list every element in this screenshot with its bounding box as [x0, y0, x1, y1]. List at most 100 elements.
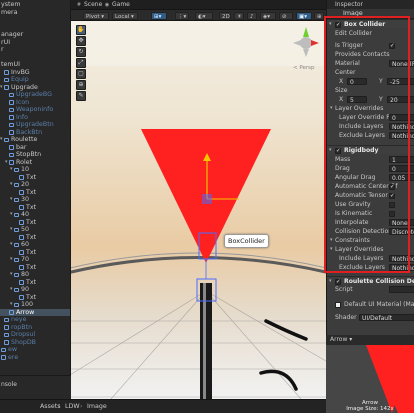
effects-dropdown[interactable]: ◈▾ [260, 11, 276, 20]
gizmos-button[interactable]: ⊕ [314, 11, 324, 20]
hierarchy-item[interactable]: neye [0, 316, 70, 324]
hierarchy-item[interactable]: StopBtn [0, 151, 70, 159]
hierarchy-item[interactable] [0, 54, 70, 62]
snap-increment-button[interactable]: ⋮▾ [175, 11, 189, 20]
expand-arrow-icon[interactable]: ▾ [10, 271, 13, 279]
scale-tool-icon[interactable]: ⤢ [76, 58, 86, 68]
foldout-arrow-icon[interactable]: ▾ [329, 20, 332, 28]
hierarchy-item[interactable]: ▾ 80 [0, 271, 70, 279]
hierarchy-item[interactable]: r [0, 46, 70, 54]
hierarchy-item[interactable]: Info [0, 114, 70, 122]
foldout-arrow-icon[interactable]: ▾ [330, 104, 333, 113]
audio-toggle[interactable]: ♪ [247, 11, 257, 20]
move-tool-icon[interactable]: ✥ [76, 36, 86, 46]
expand-arrow-icon[interactable]: ▾ [10, 301, 13, 309]
constraints-foldout[interactable]: ▾ Constraints [327, 236, 414, 245]
rb-layer-overrides-foldout[interactable]: ▾ Layer Overrides [327, 245, 414, 254]
foldout-arrow-icon[interactable]: ▾ [330, 236, 333, 245]
hierarchy-item[interactable]: ▾ Rolet [0, 159, 70, 167]
hierarchy-item[interactable]: Weaponinfo [0, 106, 70, 114]
hierarchy-item[interactable]: ▾ 100 [0, 301, 70, 309]
hierarchy-item[interactable]: anager [0, 31, 70, 39]
field-value[interactable]: UI/Default [359, 314, 414, 321]
hierarchy-item[interactable]: ▾ 40 [0, 211, 70, 219]
hierarchy-item[interactable]: Arrow [0, 308, 70, 316]
foldout-arrow-icon[interactable]: ▾ [329, 146, 332, 154]
preview-header[interactable]: Arrow ▾ [326, 335, 414, 345]
axis-x-field[interactable]: 0 [347, 78, 367, 85]
hierarchy-item[interactable]: ShopDB [0, 339, 70, 347]
expand-arrow-icon[interactable]: ▾ [5, 159, 8, 167]
breadcrumb-ldw[interactable]: LDW [65, 403, 80, 410]
hierarchy-item[interactable]: mera [0, 9, 70, 17]
hierarchy-item[interactable]: Txt [0, 219, 70, 227]
field-value[interactable]: None (Phy [389, 60, 414, 67]
hierarchy-item[interactable]: ▾ 90 [0, 286, 70, 294]
hierarchy-item[interactable]: Icon [0, 99, 70, 107]
hierarchy-item[interactable]: ystem [0, 1, 70, 9]
scene-viewport[interactable]: ✋ ✥ ↻ ⤢ ▢ ⊕ ✎ < Persp BoxCollider [71, 21, 326, 399]
hierarchy-item[interactable]: Txt [0, 204, 70, 212]
field-value[interactable]: Nothing [389, 255, 414, 262]
view-tool-icon[interactable]: ✋ [76, 25, 86, 35]
hierarchy-item[interactable]: UpgradeBG [0, 91, 70, 99]
field-checkbox[interactable] [389, 201, 395, 208]
field-value[interactable]: 1 [389, 156, 414, 163]
field-checkbox[interactable]: ✓ [389, 183, 395, 190]
expand-arrow-icon[interactable]: ▾ [10, 226, 13, 234]
component-enabled-checkbox[interactable]: ✓ [335, 147, 341, 154]
hierarchy-item[interactable]: UpgradeBtn [0, 121, 70, 129]
hierarchy-item[interactable]: ew [0, 346, 70, 354]
hierarchy-item[interactable]: InvBG [0, 69, 70, 77]
transform-tool-icon[interactable]: ⊕ [76, 80, 86, 90]
script-component-header[interactable]: ▾✓Roulette Collision Detec [327, 276, 414, 285]
hierarchy-item[interactable] [0, 24, 70, 32]
field-value[interactable]: 0 [389, 114, 414, 121]
expand-arrow-icon[interactable]: ▾ [0, 136, 3, 144]
hierarchy-item[interactable]: ▾ Roulette [0, 136, 70, 144]
scene-camera-button[interactable]: ▣▾ [296, 11, 312, 20]
field-value[interactable]: 0 [389, 165, 414, 172]
tab-game[interactable]: ◉ Game [103, 1, 130, 9]
hierarchy-item[interactable]: ▾ 50 [0, 226, 70, 234]
rect-tool-icon[interactable]: ▢ [76, 69, 86, 79]
hidden-objects-button[interactable]: ⊘ [279, 11, 293, 20]
box-collider-header[interactable]: ▾ ✓ Box Collider [327, 19, 414, 28]
expand-arrow-icon[interactable]: ▾ [10, 286, 13, 294]
hierarchy-item[interactable]: Dropsul [0, 331, 70, 339]
expand-arrow-icon[interactable]: ▾ [0, 84, 3, 92]
foldout-arrow-icon[interactable]: ▾ [330, 245, 333, 254]
field-checkbox[interactable]: ✓ [389, 42, 395, 49]
hierarchy-item[interactable]: Txt [0, 234, 70, 242]
expand-arrow-icon[interactable]: ▾ [10, 166, 13, 174]
grid-snap-button[interactable]: ⊞▾ [151, 11, 167, 20]
hierarchy-item[interactable] [0, 16, 70, 24]
component-enabled-checkbox[interactable]: ✓ [335, 278, 341, 285]
breadcrumb-image[interactable]: Image [87, 403, 107, 410]
expand-arrow-icon[interactable]: ▾ [10, 211, 13, 219]
hierarchy-item[interactable]: Txt [0, 174, 70, 182]
persp-label[interactable]: < Persp [293, 65, 314, 71]
hierarchy-item[interactable]: Equip [0, 76, 70, 84]
hierarchy-item[interactable]: ere [0, 354, 70, 362]
expand-arrow-icon[interactable]: ▾ [10, 256, 13, 264]
field-value[interactable]: Nothing [389, 123, 414, 130]
foldout-arrow-icon[interactable]: ▾ [329, 277, 332, 285]
field-checkbox[interactable]: ✓ [389, 192, 395, 199]
field-checkbox[interactable] [389, 210, 395, 217]
hierarchy-item[interactable]: bar [0, 144, 70, 152]
hierarchy-item[interactable]: ▾ 60 [0, 241, 70, 249]
component-enabled-checkbox[interactable]: ✓ [335, 21, 341, 28]
field-value[interactable]: Nothing [389, 132, 414, 139]
hierarchy-item[interactable]: rUI [0, 39, 70, 47]
hierarchy-item[interactable]: BackBtn [0, 129, 70, 137]
custom-tool-icon[interactable]: ✎ [76, 91, 86, 101]
field-value[interactable]: Nothing [389, 264, 414, 271]
field-value[interactable] [389, 286, 414, 293]
rotate-tool-icon[interactable]: ↻ [76, 47, 86, 57]
hierarchy-item[interactable]: ▾ 10 [0, 166, 70, 174]
axis-x-field[interactable]: 5 [347, 96, 367, 103]
expand-arrow-icon[interactable]: ▾ [10, 181, 13, 189]
hierarchy-item[interactable]: ropBtn [0, 324, 70, 332]
field-value[interactable]: 0.05 [389, 174, 414, 181]
